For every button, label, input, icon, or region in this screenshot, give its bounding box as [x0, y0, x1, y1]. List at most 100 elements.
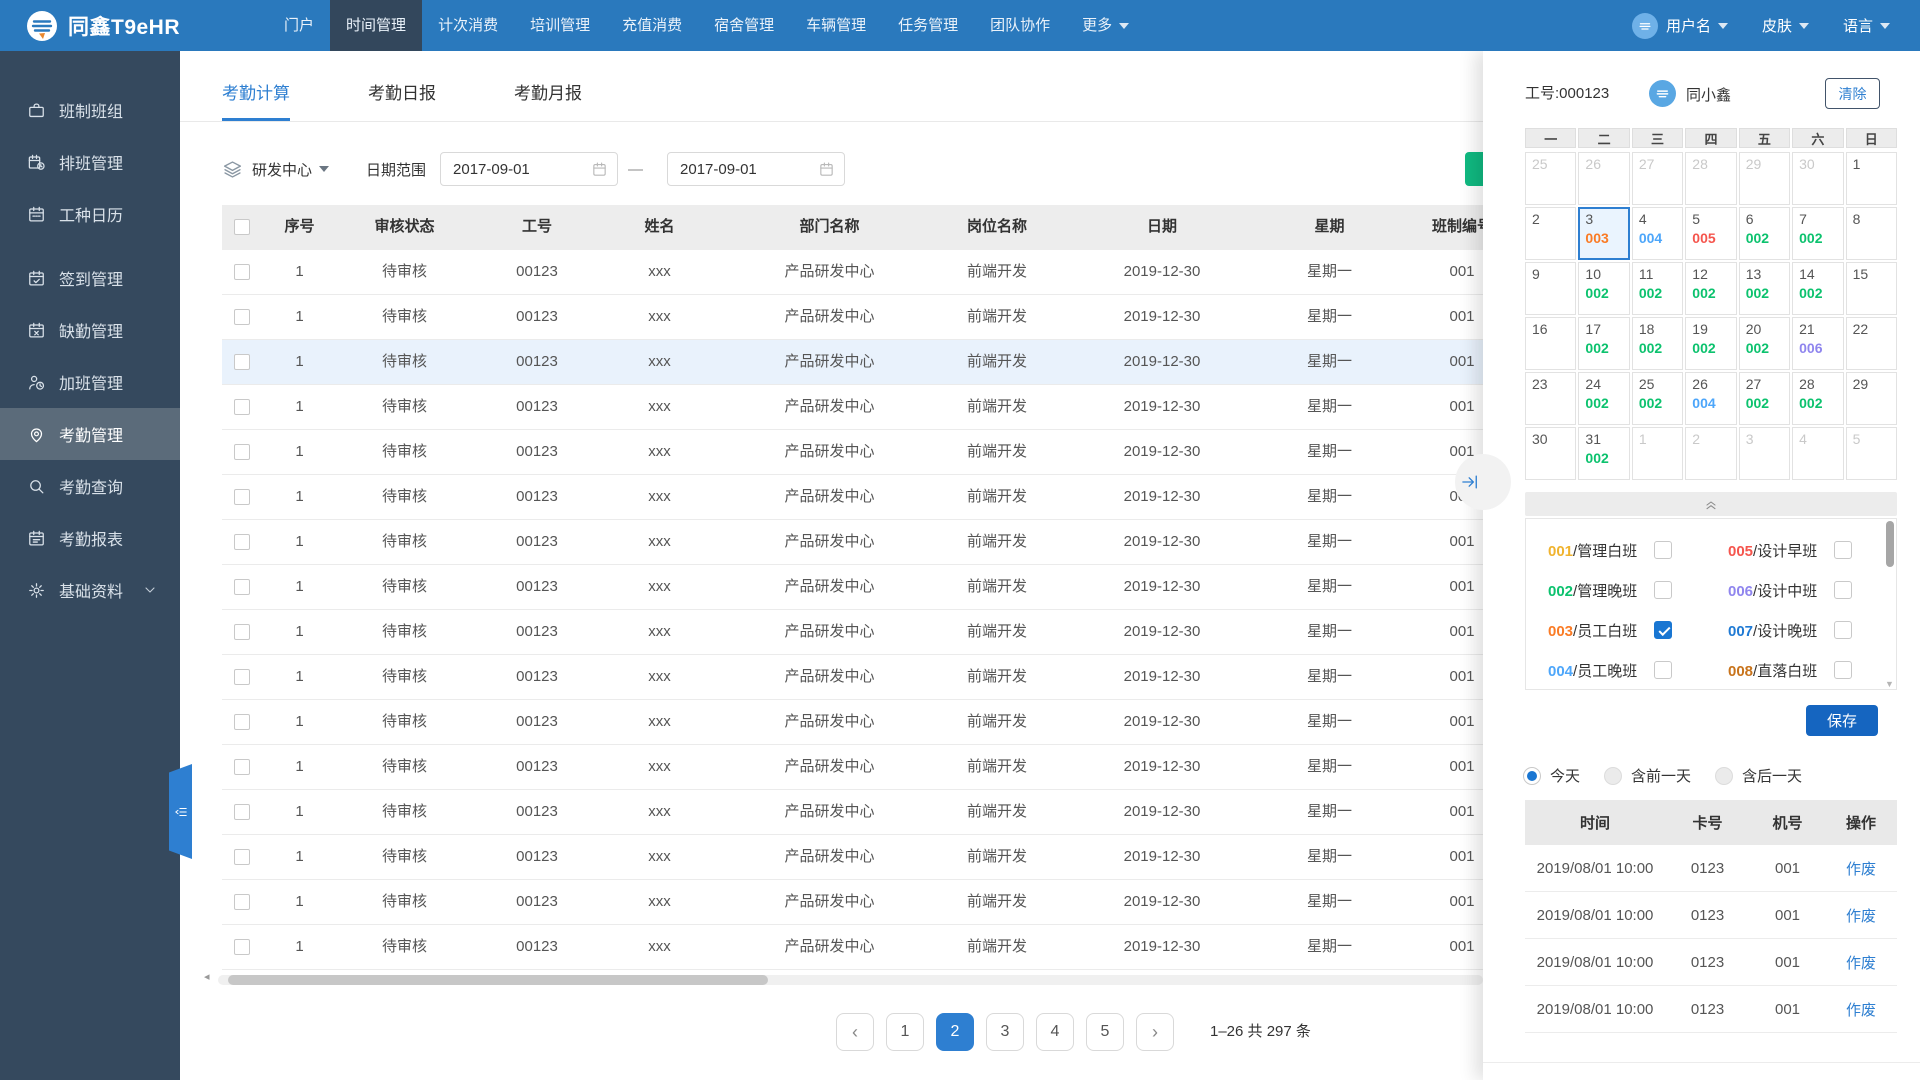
- calendar-day-cell[interactable]: 2: [1525, 207, 1577, 260]
- radio-circle[interactable]: [1604, 766, 1623, 785]
- page-button-1[interactable]: 1: [886, 1013, 924, 1051]
- shift-checkbox[interactable]: [1834, 541, 1852, 559]
- tab-2[interactable]: 考勤日报: [368, 79, 436, 121]
- calendar-day-cell[interactable]: 19 002: [1685, 317, 1737, 370]
- nav-item-7[interactable]: 车辆管理: [790, 0, 882, 51]
- calendar-day-cell[interactable]: 27 002: [1738, 372, 1791, 425]
- void-link[interactable]: 作废: [1825, 905, 1897, 926]
- page-button-5[interactable]: 5: [1086, 1013, 1124, 1051]
- calendar-day-cell[interactable]: 4 004: [1631, 207, 1684, 260]
- table-row[interactable]: 1待审核00123xxx产品研发中心前端开发2019-12-30星期一001: [222, 250, 1537, 295]
- table-row[interactable]: 1待审核00123xxx产品研发中心前端开发2019-12-30星期一001: [222, 745, 1537, 790]
- table-row[interactable]: 1待审核00123xxx产品研发中心前端开发2019-12-30星期一001: [222, 430, 1537, 475]
- calendar-day-cell[interactable]: 11 002: [1631, 262, 1684, 315]
- clear-button[interactable]: 清除: [1825, 78, 1880, 109]
- tab-1[interactable]: 考勤计算: [222, 79, 290, 121]
- calendar-day-cell[interactable]: 26 004: [1685, 372, 1737, 425]
- page-button-4[interactable]: 4: [1036, 1013, 1074, 1051]
- page-button-2[interactable]: 2: [936, 1013, 974, 1051]
- calendar-day-cell[interactable]: 5: [1845, 427, 1897, 480]
- scroll-down-icon[interactable]: ▼: [1885, 679, 1894, 689]
- shift-checkbox[interactable]: [1834, 581, 1852, 599]
- shift-checkbox[interactable]: [1654, 581, 1672, 599]
- table-row[interactable]: 1待审核00123xxx产品研发中心前端开发2019-12-30星期一001: [222, 835, 1537, 880]
- save-button[interactable]: 保存: [1806, 705, 1878, 736]
- calendar-day-cell[interactable]: 28: [1685, 152, 1737, 205]
- scroll-left-icon[interactable]: ◂: [204, 970, 210, 983]
- next-page-button[interactable]: ›: [1136, 1013, 1174, 1051]
- sidebar-item-3[interactable]: 工种日历: [0, 188, 180, 240]
- calendar-day-cell[interactable]: 22: [1845, 317, 1897, 370]
- sidebar-item-6[interactable]: 加班管理: [0, 356, 180, 408]
- table-row[interactable]: 1待审核00123xxx产品研发中心前端开发2019-12-30星期一001: [222, 520, 1537, 565]
- user-menu[interactable]: 用户名: [1631, 12, 1728, 39]
- table-row[interactable]: 1待审核00123xxx产品研发中心前端开发2019-12-30星期一001: [222, 340, 1537, 385]
- scrollbar-thumb[interactable]: [1886, 521, 1894, 567]
- date-from-field[interactable]: [440, 152, 619, 186]
- panel-collapse-handle[interactable]: [1455, 454, 1511, 510]
- table-row[interactable]: 1待审核00123xxx产品研发中心前端开发2019-12-30星期一001: [222, 700, 1537, 745]
- calendar-day-cell[interactable]: 30: [1792, 152, 1844, 205]
- void-link[interactable]: 作废: [1825, 952, 1897, 973]
- calendar-day-cell[interactable]: 8: [1845, 207, 1897, 260]
- row-checkbox[interactable]: [234, 489, 250, 506]
- calendar-day-cell[interactable]: 28 002: [1792, 372, 1844, 425]
- shift-checkbox[interactable]: [1654, 541, 1672, 559]
- calendar-day-cell[interactable]: 2: [1685, 427, 1737, 480]
- tab-3[interactable]: 考勤月报: [514, 79, 582, 121]
- table-row[interactable]: 1待审核00123xxx产品研发中心前端开发2019-12-30星期一001: [222, 565, 1537, 610]
- row-checkbox[interactable]: [234, 264, 250, 281]
- table-row[interactable]: 1待审核00123xxx产品研发中心前端开发2019-12-30星期一001: [222, 610, 1537, 655]
- sidebar-item-9[interactable]: 考勤报表: [0, 512, 180, 564]
- calendar-day-cell[interactable]: 29: [1845, 372, 1897, 425]
- calendar-day-cell[interactable]: 9: [1525, 262, 1577, 315]
- sidebar-item-2[interactable]: 排班管理: [0, 136, 180, 188]
- calendar-day-cell[interactable]: 12 002: [1685, 262, 1737, 315]
- calendar-day-cell[interactable]: 18 002: [1631, 317, 1684, 370]
- brand[interactable]: 同鑫T9eHR: [26, 10, 180, 42]
- page-button-3[interactable]: 3: [986, 1013, 1024, 1051]
- shift-list-scrollbar[interactable]: ▼: [1885, 521, 1894, 689]
- shift-list-collapse-bar[interactable]: [1525, 492, 1897, 516]
- calendar-day-cell[interactable]: 16: [1525, 317, 1577, 370]
- radio-2[interactable]: 含前一天: [1604, 765, 1691, 786]
- nav-item-10[interactable]: 更多: [1066, 0, 1145, 51]
- row-checkbox[interactable]: [234, 534, 250, 551]
- row-checkbox[interactable]: [234, 759, 250, 776]
- sidebar-collapse-tab[interactable]: [169, 764, 192, 859]
- sidebar-item-4[interactable]: 签到管理: [0, 252, 180, 304]
- table-row[interactable]: 1待审核00123xxx产品研发中心前端开发2019-12-30星期一001: [222, 295, 1537, 340]
- calendar-day-cell[interactable]: 3 003: [1578, 207, 1630, 260]
- calendar-day-cell[interactable]: 25: [1525, 152, 1577, 205]
- calendar-day-cell[interactable]: 29: [1738, 152, 1791, 205]
- void-link[interactable]: 作废: [1825, 999, 1897, 1020]
- nav-item-6[interactable]: 宿舍管理: [698, 0, 790, 51]
- row-checkbox[interactable]: [234, 399, 250, 416]
- table-row[interactable]: 1待审核00123xxx产品研发中心前端开发2019-12-30星期一001: [222, 790, 1537, 835]
- row-checkbox[interactable]: [234, 804, 250, 821]
- sidebar-item-10[interactable]: 基础资料: [0, 564, 180, 616]
- calendar-day-cell[interactable]: 4: [1792, 427, 1844, 480]
- calendar-day-cell[interactable]: 21 006: [1792, 317, 1844, 370]
- calendar-day-cell[interactable]: 27: [1631, 152, 1684, 205]
- calendar-day-cell[interactable]: 10 002: [1578, 262, 1630, 315]
- chevron-down-icon[interactable]: [319, 166, 330, 172]
- calendar-day-cell[interactable]: 15: [1845, 262, 1897, 315]
- radio-1[interactable]: 今天: [1523, 765, 1580, 786]
- row-checkbox[interactable]: [234, 579, 250, 596]
- calendar-day-cell[interactable]: 30: [1525, 427, 1577, 480]
- row-checkbox[interactable]: [234, 939, 250, 956]
- row-checkbox[interactable]: [234, 444, 250, 461]
- row-checkbox[interactable]: [234, 894, 250, 911]
- calendar-day-cell[interactable]: 25 002: [1631, 372, 1684, 425]
- calendar-day-cell[interactable]: 6 002: [1738, 207, 1791, 260]
- radio-3[interactable]: 含后一天: [1715, 765, 1802, 786]
- select-all-checkbox[interactable]: [234, 219, 250, 236]
- nav-item-4[interactable]: 培训管理: [514, 0, 606, 51]
- calendar-day-cell[interactable]: 3: [1738, 427, 1791, 480]
- scrollbar-thumb[interactable]: [228, 975, 768, 985]
- table-row[interactable]: 1待审核00123xxx产品研发中心前端开发2019-12-30星期一001: [222, 880, 1537, 925]
- table-row[interactable]: 1待审核00123xxx产品研发中心前端开发2019-12-30星期一001: [222, 385, 1537, 430]
- calendar-day-cell[interactable]: 17 002: [1578, 317, 1630, 370]
- sidebar-item-1[interactable]: 班制班组: [0, 84, 180, 136]
